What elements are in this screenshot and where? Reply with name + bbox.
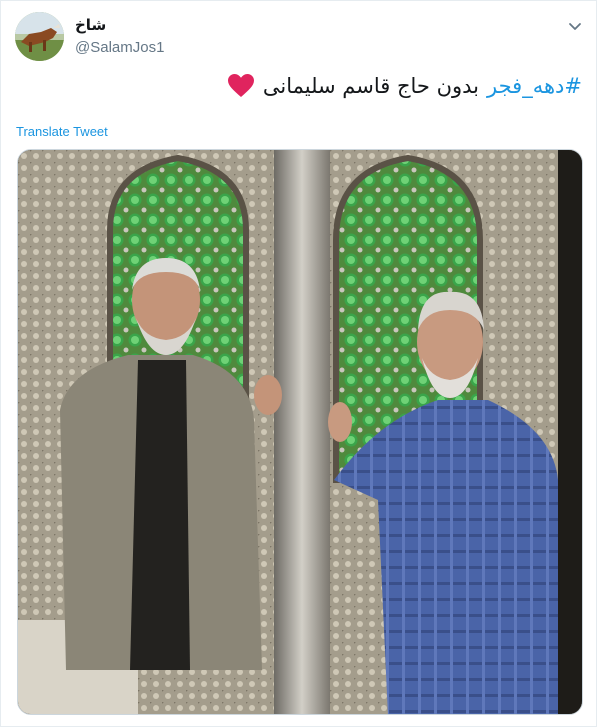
tweet-card: شاخ @SalamJos1 #دهه_فجر بدون حاج قاسم سل…	[0, 0, 597, 727]
author-avatar[interactable]	[15, 12, 64, 61]
chevron-down-icon[interactable]	[563, 14, 587, 38]
hashtag-link[interactable]: #دهه_فجر	[487, 74, 582, 98]
tweet-body: بدون حاج قاسم سلیمانی	[262, 74, 480, 98]
author-handle[interactable]: @SalamJos1	[75, 39, 164, 56]
tweet-text: #دهه_فجر بدون حاج قاسم سلیمانی	[227, 73, 582, 99]
tweet-photo[interactable]	[17, 149, 583, 715]
author-display-name[interactable]: شاخ	[75, 16, 106, 34]
translate-tweet-link[interactable]: Translate Tweet	[16, 124, 108, 139]
red-heart-icon	[227, 73, 255, 99]
